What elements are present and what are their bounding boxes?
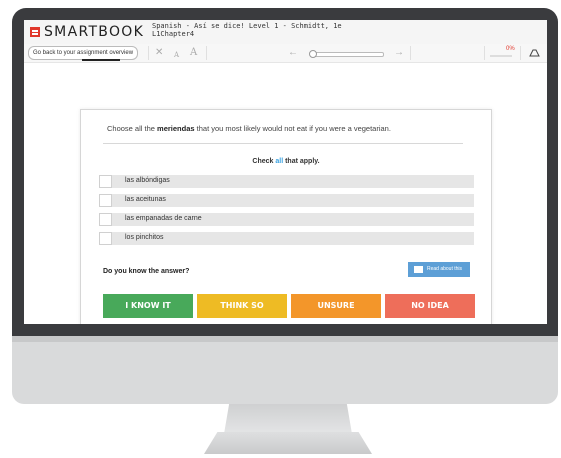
book-title: Spanish - Así se dice! Level 1 - Schmidt…: [152, 22, 342, 38]
prompt-keyword: meriendas: [157, 124, 195, 133]
toolbar-divider: [410, 46, 411, 60]
prompt-before: Choose all the: [107, 124, 158, 133]
option-label: las aceitunas: [125, 196, 166, 203]
question-divider: [103, 143, 463, 144]
check-suffix: that apply.: [283, 158, 320, 165]
monitor-stand-neck: [224, 404, 352, 434]
answer-option[interactable]: los pinchitos: [99, 232, 474, 245]
unsure-button[interactable]: UNSURE: [291, 294, 381, 318]
arrow-right-icon[interactable]: →: [394, 47, 404, 59]
monitor-stand-base: [204, 432, 372, 454]
toolbar-divider: [206, 46, 207, 60]
answer-option[interactable]: las empanadas de carne: [99, 213, 474, 226]
question-prompt: Choose all the meriendas that you most l…: [107, 124, 391, 133]
back-to-overview-button[interactable]: Go back to your assignment overview: [28, 46, 139, 60]
book-icon: [414, 266, 423, 273]
option-checkbox[interactable]: [99, 232, 112, 245]
no-idea-button[interactable]: NO IDEA: [385, 294, 475, 318]
answer-option[interactable]: las albóndigas: [99, 175, 474, 188]
smartbook-logo: SMARTBOOK: [30, 24, 144, 40]
instruction-text: Check all that apply.: [81, 158, 491, 165]
option-checkbox[interactable]: [99, 213, 112, 226]
toolbar-divider: [148, 46, 149, 60]
toolbar-divider: [520, 46, 521, 60]
prompt-after: that you most likely would not eat if yo…: [194, 124, 391, 133]
monitor-chin-edge: [12, 336, 558, 342]
confidence-prompt: Do you know the answer?: [103, 268, 190, 275]
read-about-label: Read about this: [427, 266, 463, 272]
screen: SMARTBOOK Spanish - Así se dice! Level 1…: [24, 20, 547, 324]
monitor-chin: [12, 336, 558, 404]
option-checkbox[interactable]: [99, 175, 112, 188]
answer-option[interactable]: las aceitunas: [99, 194, 474, 207]
tag-icon[interactable]: [528, 46, 540, 64]
logo-text: SMARTBOOK: [44, 24, 145, 40]
book-title-line1: Spanish - Así se dice! Level 1 - Schmidt…: [152, 22, 342, 30]
question-card: Choose all the meriendas that you most l…: [80, 109, 492, 324]
page-slider-handle[interactable]: [309, 50, 317, 58]
reader-toolbar: Go back to your assignment overview ✕ A …: [24, 44, 547, 63]
option-label: las albóndigas: [125, 177, 170, 184]
check-all: all: [275, 158, 284, 165]
book-title-line2: L1Chapter4: [152, 30, 195, 38]
i-know-it-button[interactable]: I KNOW IT: [103, 294, 193, 318]
font-decrease-icon[interactable]: A: [174, 49, 179, 61]
toolbar-divider: [484, 46, 485, 60]
option-label: los pinchitos: [125, 234, 164, 241]
option-label: las empanadas de carne: [125, 215, 202, 222]
progress-percent: 0%: [506, 46, 515, 52]
check-prefix: Check: [252, 158, 276, 165]
logo-mark-icon: [30, 27, 40, 37]
arrow-left-icon[interactable]: ←: [288, 47, 298, 59]
progress-bar: [490, 55, 512, 57]
page-slider-track[interactable]: [312, 52, 384, 57]
highlight-off-icon[interactable]: ✕: [155, 47, 163, 59]
option-checkbox[interactable]: [99, 194, 112, 207]
font-increase-icon[interactable]: A: [190, 47, 197, 59]
app-header: SMARTBOOK Spanish - Así se dice! Level 1…: [24, 20, 547, 45]
think-so-button[interactable]: THINK SO: [197, 294, 287, 318]
back-button-underline: [82, 59, 120, 61]
read-about-this-button[interactable]: Read about this: [408, 262, 470, 277]
